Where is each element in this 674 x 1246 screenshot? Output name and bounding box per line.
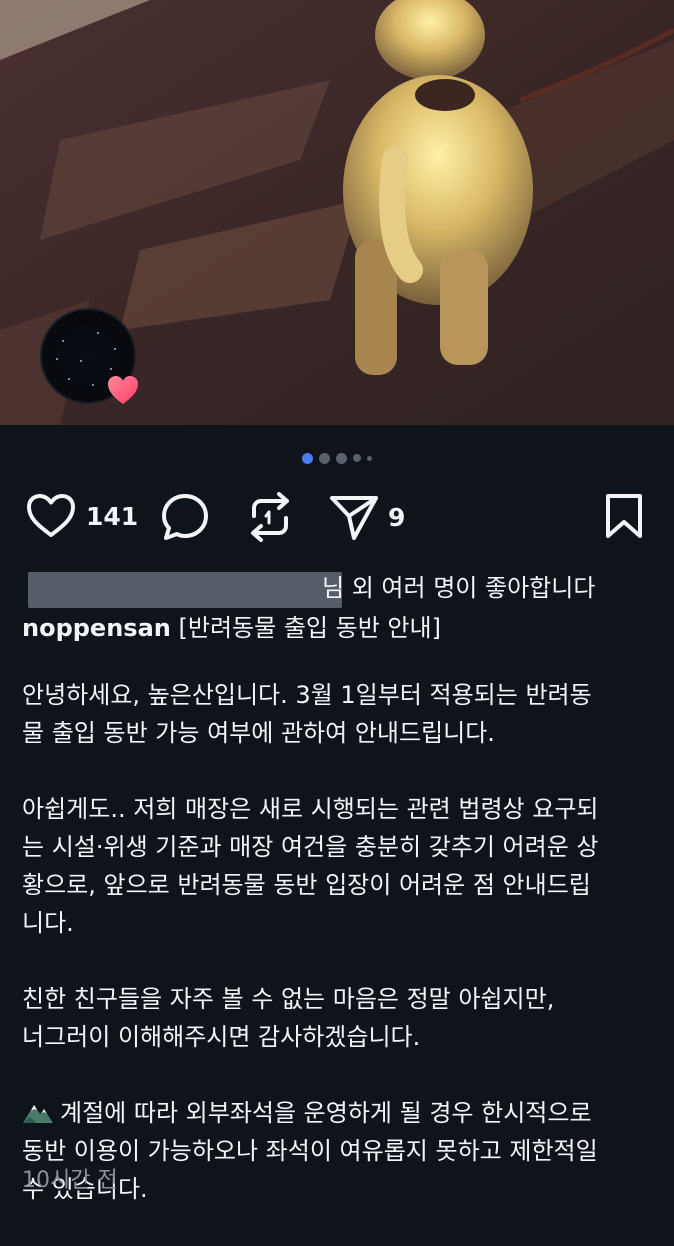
share-button[interactable]: 9 (328, 492, 405, 542)
carousel-indicator (0, 450, 674, 466)
mountain-icon (23, 1105, 53, 1123)
carousel-dot (353, 454, 361, 462)
repost-button[interactable] (246, 492, 294, 542)
post-timestamp: 10시간 전 (22, 1168, 118, 1193)
repost-icon (251, 492, 289, 542)
bookmark-icon (606, 494, 642, 538)
post-actions: 141 9 (0, 488, 674, 548)
caption-paragraph: 친한 친구들을 자주 볼 수 없는 마음은 정말 아쉽지만, 너그러이 이해해주… (22, 985, 555, 1051)
carousel-dot (319, 452, 330, 464)
caption-header: noppensan [반려동물 출입 동반 안내] (22, 608, 662, 648)
caption-body: 안녕하세요, 높은산입니다. 3월 1일부터 적용되는 반려동 물 출입 동반 … (22, 676, 662, 1246)
liked-by-text: 님 외 여러 명이 좋아합니다 (322, 574, 596, 602)
heart-badge-icon (108, 376, 138, 404)
likes-count: 141 (86, 501, 139, 531)
send-icon (330, 496, 378, 540)
caption-paragraph-last: 계절에 따라 외부좌석을 운영하게 될 경우 한시적으로 동반 이용이 가능하오… (22, 1094, 662, 1208)
carousel-dot-active (302, 452, 313, 464)
save-button[interactable] (604, 492, 644, 540)
liked-by-line[interactable]: 님 외 여러 명이 좋아합니다 (22, 568, 662, 608)
caption-paragraph: 안녕하세요, 높은산입니다. 3월 1일부터 적용되는 반려동 물 출입 동반 … (22, 681, 592, 747)
caption-headline: [반려동물 출입 동반 안내] (178, 614, 441, 642)
redacted-username (162, 572, 342, 608)
like-button[interactable]: 141 (26, 493, 138, 539)
carousel-dot (367, 455, 372, 461)
comment-button[interactable] (160, 492, 210, 542)
username-link[interactable]: noppensan (22, 614, 171, 642)
comment-icon (162, 494, 208, 540)
caption-paragraph: 아쉽게도.. 저희 매장은 새로 시행되는 관련 법령상 요구되 는 시설·위생… (22, 795, 599, 937)
shares-count: 9 (388, 502, 406, 532)
post-photo[interactable] (0, 0, 674, 425)
heart-icon (27, 494, 75, 537)
carousel-dot (336, 452, 347, 464)
